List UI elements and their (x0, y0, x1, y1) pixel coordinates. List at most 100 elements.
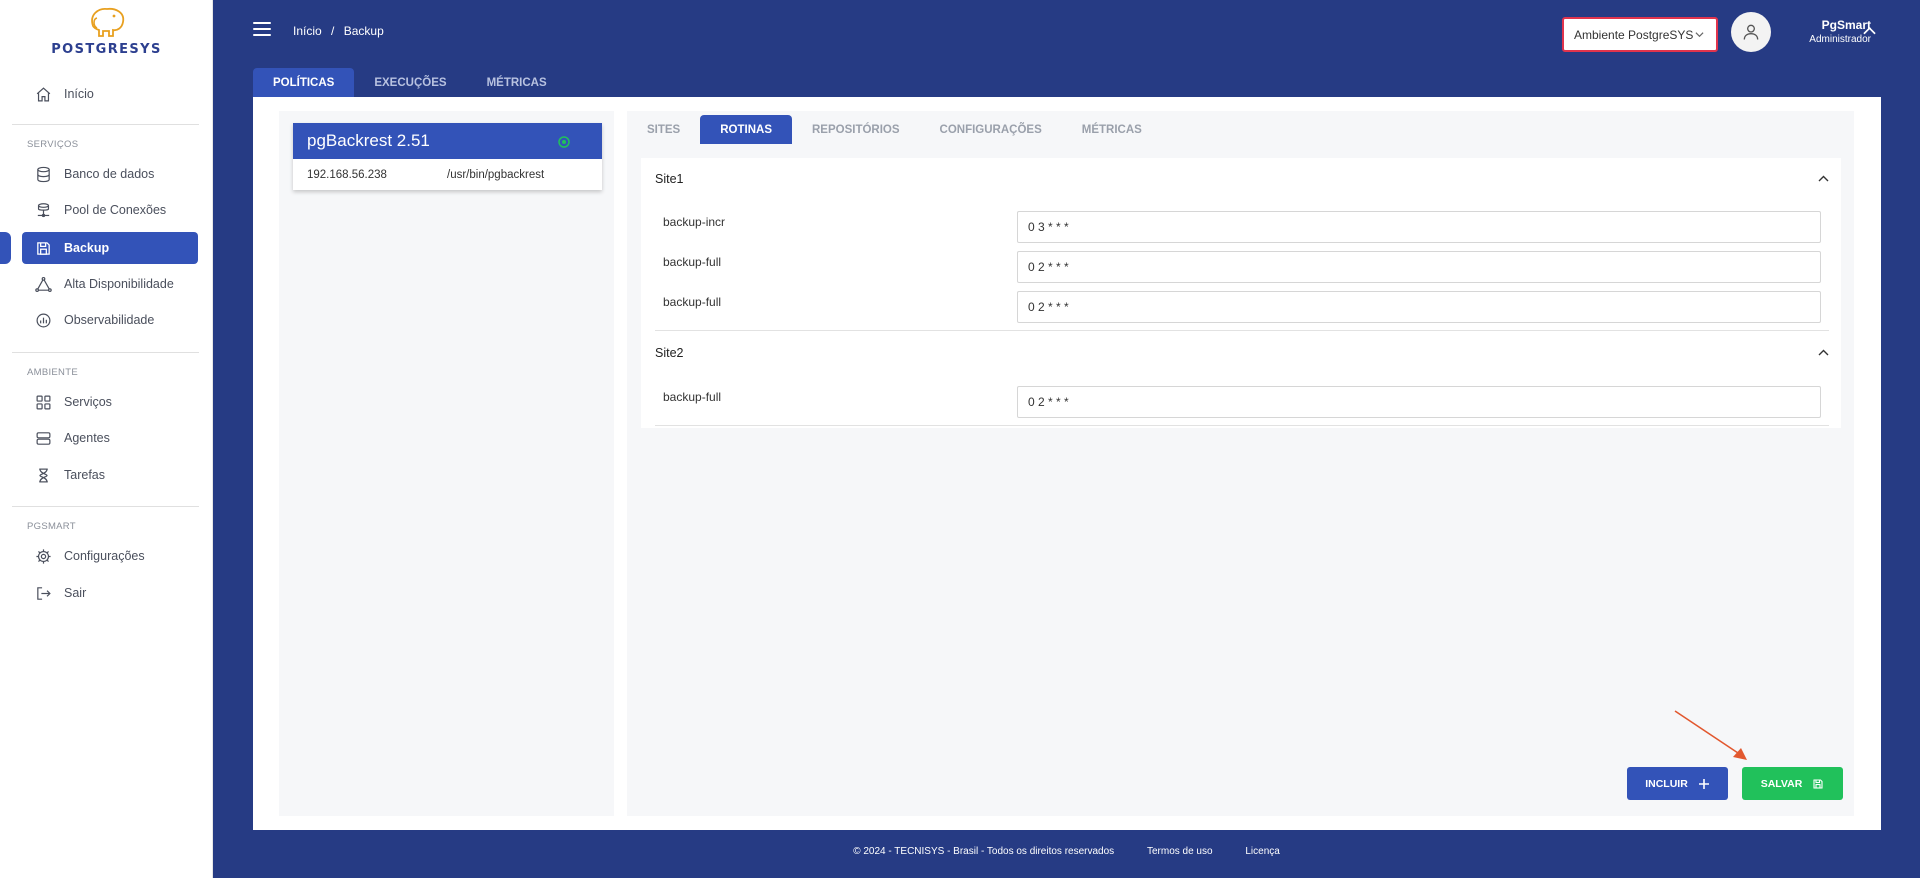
sidebar-divider (12, 124, 199, 125)
logout-icon (34, 584, 52, 602)
add-button[interactable]: INCLUIR (1627, 767, 1728, 800)
environment-select[interactable]: Ambiente PostgreSYS (1562, 17, 1718, 52)
sidebar-item-label: Agentes (64, 431, 110, 445)
triangle-nodes-icon (34, 275, 52, 293)
sidebar-item-label: Tarefas (64, 468, 105, 482)
sidebar-item-sair[interactable]: Sair (22, 577, 198, 609)
sub-tabs: SITES ROTINAS REPOSITÓRIOS CONFIGURAÇÕES… (627, 115, 1162, 144)
chevron-up-icon[interactable] (1818, 175, 1829, 182)
database-icon (34, 165, 52, 183)
elephant-logo-icon (90, 7, 124, 37)
sidebar-item-backup[interactable]: Backup (22, 232, 198, 264)
sidebar-item-pool-de-conexoes[interactable]: Pool de Conexões (22, 194, 198, 226)
tab-metricas-backup[interactable]: MÉTRICAS (1062, 115, 1162, 144)
menu-icon[interactable] (253, 22, 271, 36)
sidebar-item-configuracoes[interactable]: Configurações (22, 540, 198, 572)
sidebar-item-label: Sair (64, 586, 87, 600)
grid-icon (34, 393, 52, 411)
breadcrumb: Início / Backup (293, 24, 390, 38)
routine-label: backup-full (663, 295, 722, 309)
chart-circle-icon (34, 311, 52, 329)
chevron-up-icon[interactable] (1818, 349, 1829, 356)
sidebar-item-label: Banco de dados (64, 167, 155, 181)
chevron-up-icon[interactable] (1863, 26, 1876, 35)
save-icon (34, 239, 52, 257)
sidebar-item-label: Pool de Conexões (64, 203, 167, 217)
tab-metricas[interactable]: MÉTRICAS (467, 68, 567, 97)
routine-label: backup-full (663, 255, 722, 269)
main-area: Início / Backup Ambiente PostgreSYS PgSm… (213, 0, 1920, 878)
server-icon (34, 429, 52, 447)
tab-configuracoes[interactable]: CONFIGURAÇÕES (920, 115, 1062, 144)
status-ok-icon (558, 136, 570, 148)
sidebar-item-alta-disponibilidade[interactable]: Alta Disponibilidade (22, 268, 198, 300)
sidebar-item-label: Início (64, 87, 94, 101)
footer: © 2024 - TECNISYS - Brasil - Todos os di… (213, 846, 1920, 857)
backup-tool-card[interactable]: pgBackrest 2.51 192.168.56.238 /usr/bin/… (293, 123, 602, 190)
sidebar-item-banco-de-dados[interactable]: Banco de dados (22, 158, 198, 190)
breadcrumb-current: Backup (343, 24, 384, 38)
site-divider (655, 425, 1829, 426)
gear-icon (34, 547, 52, 565)
sidebar-item-label: Alta Disponibilidade (64, 277, 174, 291)
tab-rotinas[interactable]: ROTINAS (700, 115, 792, 144)
active-item-marker (0, 232, 11, 264)
sidebar: POSTGRESYS Início SERVIÇOS Banco de dado… (0, 0, 213, 878)
save-button-label: SALVAR (1760, 777, 1803, 790)
avatar[interactable] (1731, 12, 1771, 52)
sidebar-item-label: Serviços (64, 395, 112, 409)
content-panel: pgBackrest 2.51 192.168.56.238 /usr/bin/… (253, 97, 1881, 830)
top-bar: Início / Backup Ambiente PostgreSYS PgSm… (213, 0, 1920, 64)
sidebar-item-label: Configurações (64, 549, 145, 563)
breadcrumb-separator: / (331, 24, 335, 38)
site-divider (655, 330, 1829, 331)
tab-repositorios[interactable]: REPOSITÓRIOS (792, 115, 920, 144)
backup-tool-header: pgBackrest 2.51 (293, 123, 602, 159)
routine-schedule-input[interactable]: 0 2 * * * (1017, 291, 1821, 323)
tab-execucoes[interactable]: EXECUÇÕES (354, 68, 466, 97)
hourglass-icon (34, 466, 52, 484)
backup-tool-ip: 192.168.56.238 (307, 168, 387, 181)
user-icon (1743, 24, 1759, 40)
sidebar-item-agentes[interactable]: Agentes (22, 422, 198, 454)
chevron-down-icon (1695, 32, 1704, 38)
sidebar-divider (12, 352, 199, 353)
save-button[interactable]: SALVAR (1742, 767, 1843, 800)
main-tabs: POLÍTICAS EXECUÇÕES MÉTRICAS (253, 68, 567, 97)
backup-tool-details: 192.168.56.238 /usr/bin/pgbackrest (293, 159, 602, 190)
add-button-label: INCLUIR (1645, 777, 1688, 790)
routine-schedule-input[interactable]: 0 3 * * * (1017, 211, 1821, 243)
user-role: Administrador (1809, 34, 1871, 45)
save-icon (1813, 778, 1823, 789)
footer-license-link[interactable]: Licença (1245, 846, 1279, 857)
footer-copyright: © 2024 - TECNISYS - Brasil - Todos os di… (853, 846, 1115, 857)
routines-list: Site1 backup-incr 0 3 * * * backup-full … (641, 158, 1841, 428)
routine-schedule-input[interactable]: 0 2 * * * (1017, 251, 1821, 283)
section-label-pgsmart: PGSMART (27, 521, 76, 532)
site-title[interactable]: Site1 (655, 172, 684, 186)
section-label-servicos: SERVIÇOS (27, 139, 79, 150)
footer-terms-link[interactable]: Termos de uso (1147, 846, 1213, 857)
brand-logo[interactable]: POSTGRESYS (0, 6, 213, 58)
sidebar-item-inicio[interactable]: Início (22, 78, 198, 110)
breadcrumb-inicio[interactable]: Início (293, 24, 322, 38)
site-title[interactable]: Site2 (655, 346, 684, 360)
routine-label: backup-incr (663, 215, 726, 229)
user-name: PgSmart (1821, 18, 1871, 32)
sidebar-item-tarefas[interactable]: Tarefas (22, 459, 198, 491)
sidebar-divider (12, 506, 199, 507)
backup-tools-panel (279, 111, 614, 816)
routine-schedule-input[interactable]: 0 2 * * * (1017, 386, 1821, 418)
sidebar-item-label: Backup (64, 241, 110, 255)
sidebar-item-label: Observabilidade (64, 313, 155, 327)
backup-tool-title: pgBackrest 2.51 (307, 131, 430, 150)
tab-politicas[interactable]: POLÍTICAS (253, 68, 355, 97)
tab-sites[interactable]: SITES (627, 115, 700, 144)
sidebar-item-observabilidade[interactable]: Observabilidade (22, 304, 198, 336)
brand-name: POSTGRESYS (51, 42, 162, 57)
environment-select-value: Ambiente PostgreSYS (1574, 27, 1694, 42)
backup-tool-path: /usr/bin/pgbackrest (447, 168, 545, 181)
section-label-ambiente: AMBIENTE (27, 367, 78, 378)
sidebar-item-servicos[interactable]: Serviços (22, 386, 198, 418)
backup-config-panel: SITES ROTINAS REPOSITÓRIOS CONFIGURAÇÕES… (627, 111, 1854, 816)
